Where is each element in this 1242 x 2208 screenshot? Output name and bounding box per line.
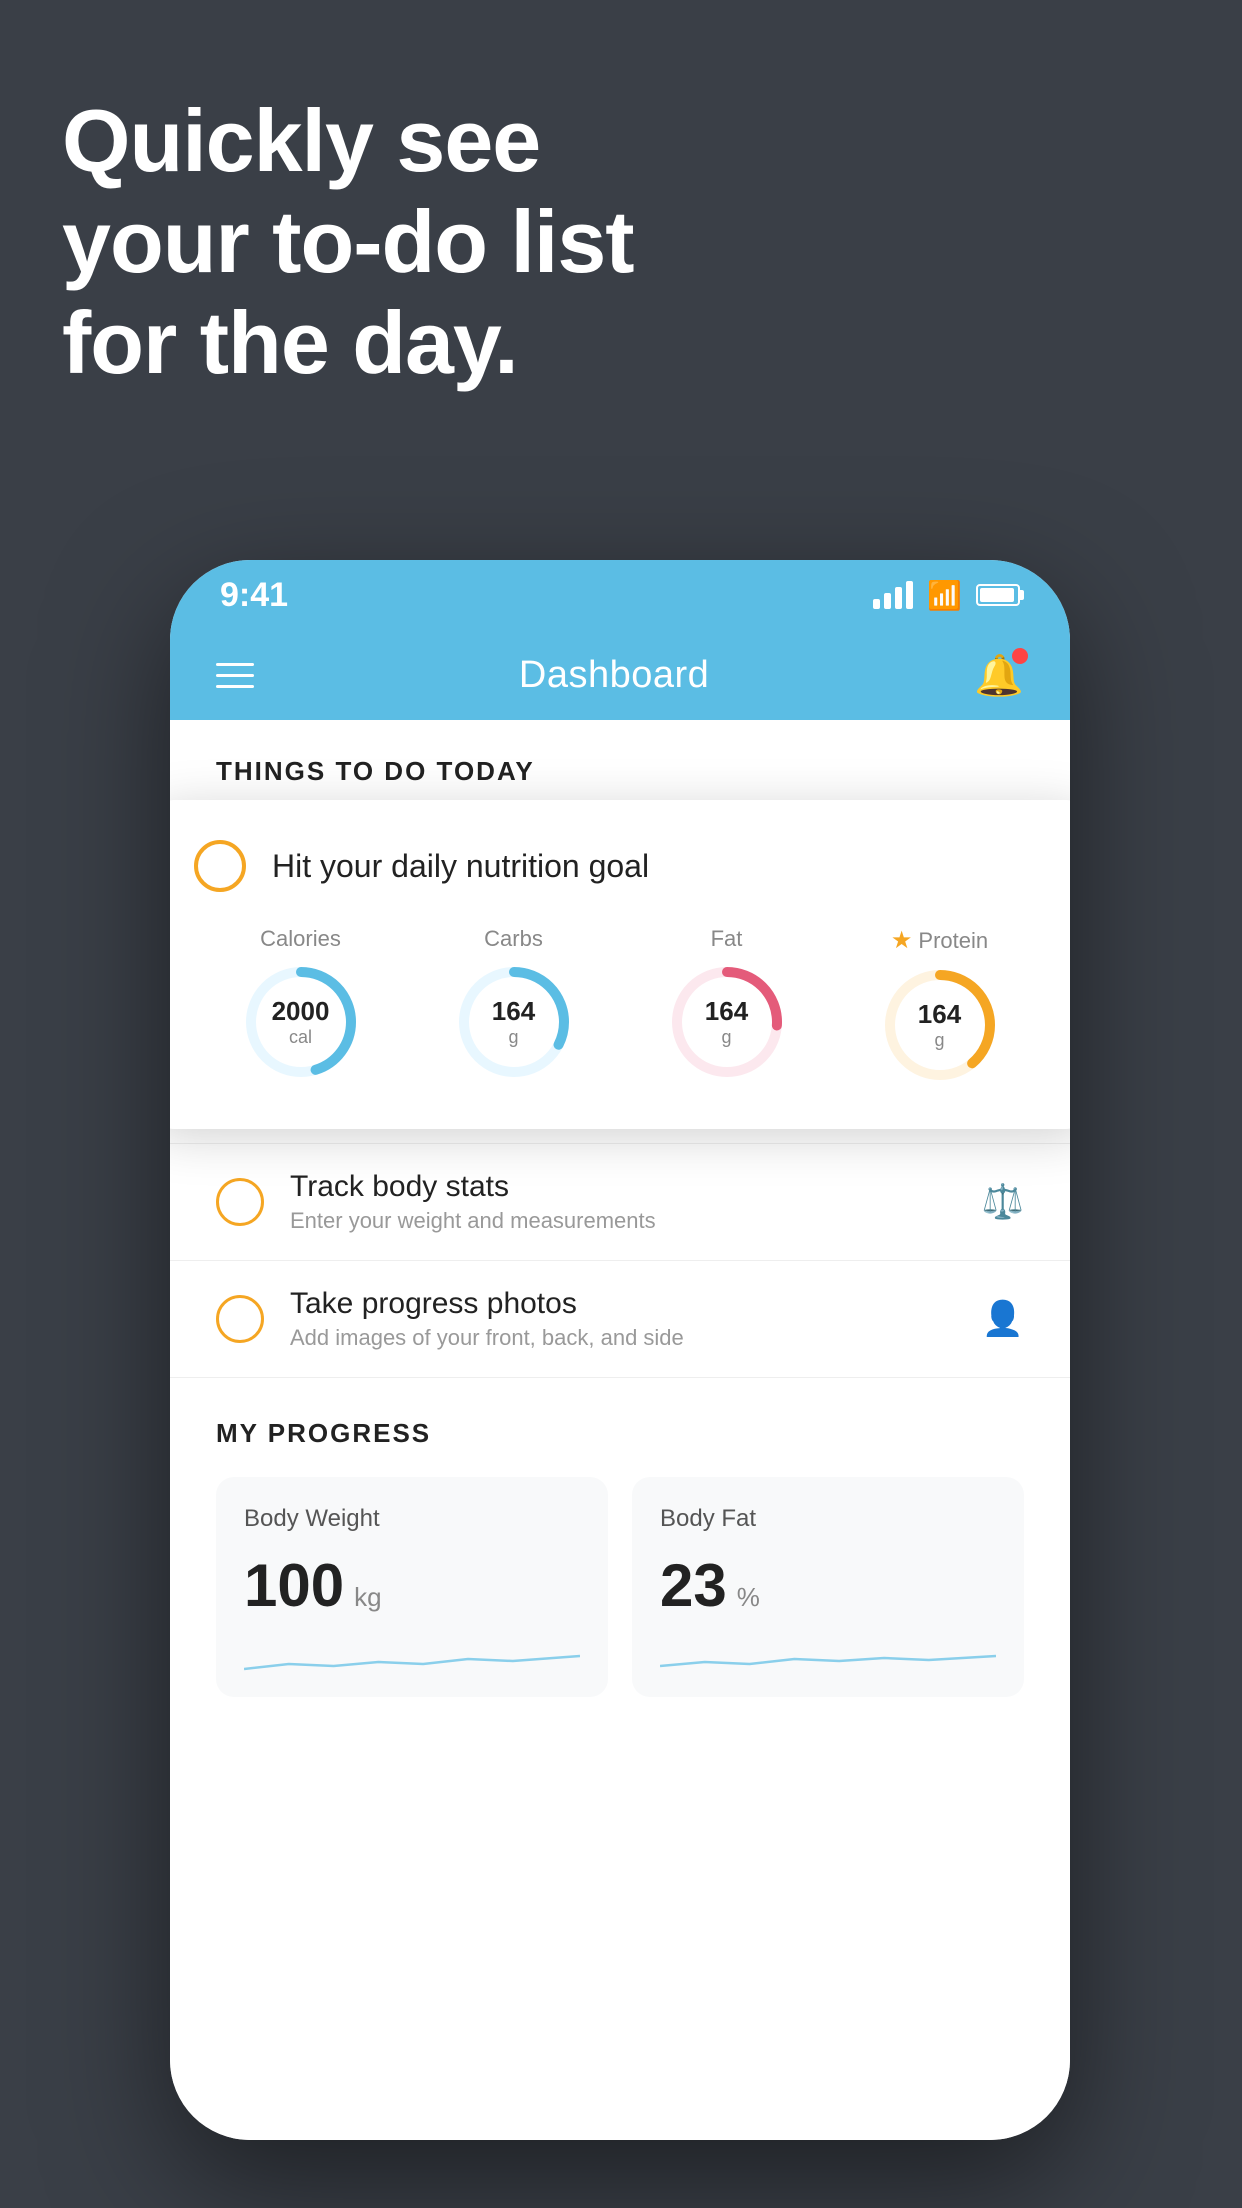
fat-ring: 164 g	[667, 962, 787, 1082]
phone-content: THINGS TO DO TODAY Hit your daily nutrit…	[170, 720, 1070, 2140]
todo-photos-circle	[216, 1295, 264, 1343]
carbs-label: Carbs	[484, 926, 543, 952]
fat-item: Fat 164 g	[667, 926, 787, 1082]
scale-icon: ⚖️	[982, 1182, 1024, 1222]
body-fat-number: 23	[660, 1551, 727, 1620]
status-bar: 9:41 📶	[170, 560, 1070, 630]
progress-cards: Body Weight 100 kg Body Fat 23	[216, 1477, 1024, 1697]
todo-body-stats[interactable]: Track body stats Enter your weight and m…	[170, 1144, 1070, 1261]
photo-person-icon: 👤	[982, 1299, 1024, 1339]
card-check-circle	[194, 840, 246, 892]
calories-label: Calories	[260, 926, 341, 952]
carbs-unit: g	[492, 1027, 535, 1048]
carbs-value: 164	[492, 996, 535, 1027]
protein-label: ★ Protein	[891, 926, 988, 955]
status-time: 9:41	[220, 576, 288, 615]
body-fat-title: Body Fat	[660, 1505, 996, 1533]
carbs-item: Carbs 164 g	[454, 926, 574, 1082]
menu-button[interactable]	[216, 663, 254, 688]
fat-unit: g	[705, 1027, 748, 1048]
nutrition-card[interactable]: Hit your daily nutrition goal Calories 2…	[170, 800, 1070, 1129]
todo-body-stats-sub: Enter your weight and measurements	[290, 1208, 982, 1234]
carbs-ring: 164 g	[454, 962, 574, 1082]
nav-bar: Dashboard 🔔	[170, 630, 1070, 720]
protein-item: ★ Protein 164 g	[880, 926, 1000, 1085]
nutrition-row: Calories 2000 cal Carbs	[194, 926, 1046, 1085]
todo-body-stats-name: Track body stats	[290, 1170, 982, 1204]
protein-ring: 164 g	[880, 965, 1000, 1085]
todo-photos-text: Take progress photos Add images of your …	[290, 1287, 982, 1351]
protein-unit: g	[918, 1030, 961, 1051]
progress-section: MY PROGRESS Body Weight 100 kg Body	[170, 1378, 1070, 1697]
body-fat-card[interactable]: Body Fat 23 %	[632, 1477, 1024, 1697]
things-header: THINGS TO DO TODAY	[170, 720, 1070, 807]
calories-item: Calories 2000 cal	[241, 926, 361, 1082]
body-weight-unit: kg	[354, 1582, 381, 1613]
body-fat-chart	[660, 1634, 996, 1689]
hero-headline: Quickly see your to-do list for the day.	[62, 90, 634, 394]
nav-title: Dashboard	[519, 654, 709, 697]
todo-progress-photos[interactable]: Take progress photos Add images of your …	[170, 1261, 1070, 1378]
protein-value: 164	[918, 999, 961, 1030]
body-weight-title: Body Weight	[244, 1505, 580, 1533]
body-fat-value-row: 23 %	[660, 1551, 996, 1620]
calories-unit: cal	[272, 1027, 330, 1048]
body-weight-card[interactable]: Body Weight 100 kg	[216, 1477, 608, 1697]
todo-photos-sub: Add images of your front, back, and side	[290, 1325, 982, 1351]
body-weight-chart	[244, 1634, 580, 1689]
notification-dot	[1012, 648, 1028, 664]
body-weight-number: 100	[244, 1551, 344, 1620]
todo-photos-name: Take progress photos	[290, 1287, 982, 1321]
card-title: Hit your daily nutrition goal	[272, 848, 649, 885]
status-icons: 📶	[873, 579, 1020, 612]
calories-value: 2000	[272, 996, 330, 1027]
battery-icon	[976, 584, 1020, 606]
fat-label: Fat	[711, 926, 743, 952]
calories-ring: 2000 cal	[241, 962, 361, 1082]
body-fat-unit: %	[737, 1582, 760, 1613]
todo-body-stats-text: Track body stats Enter your weight and m…	[290, 1170, 982, 1234]
wifi-icon: 📶	[927, 579, 962, 612]
star-icon: ★	[891, 926, 913, 955]
card-header: Hit your daily nutrition goal	[194, 840, 1046, 892]
notification-button[interactable]: 🔔	[974, 652, 1024, 699]
fat-value: 164	[705, 996, 748, 1027]
phone-frame: 9:41 📶 Dashboard 🔔 THINGS TO DO TODAY	[170, 560, 1070, 2140]
signal-icon	[873, 581, 913, 609]
progress-header: MY PROGRESS	[216, 1418, 1024, 1449]
todo-body-stats-circle	[216, 1178, 264, 1226]
body-weight-value-row: 100 kg	[244, 1551, 580, 1620]
